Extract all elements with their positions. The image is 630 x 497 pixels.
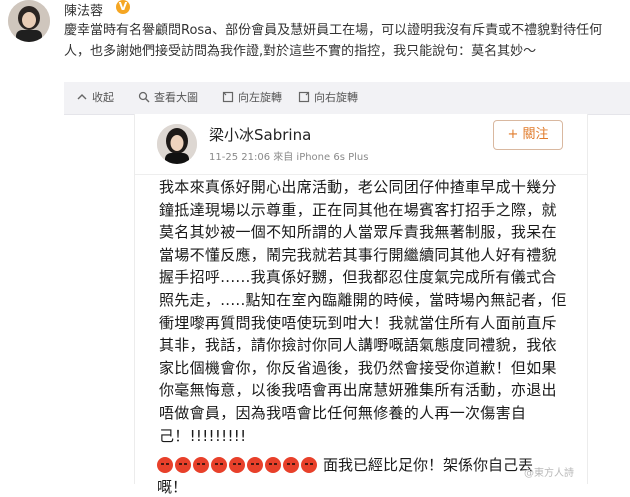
author-name[interactable]: 陳法蓉 bbox=[64, 0, 103, 19]
collapse-button[interactable]: 收起 bbox=[76, 89, 114, 105]
divider bbox=[135, 174, 587, 175]
inner-author-name: 梁小冰Sabrina bbox=[209, 126, 312, 144]
view-large-label: 查看大圖 bbox=[154, 91, 198, 104]
angry-face-icon bbox=[211, 456, 227, 473]
follow-button: + 關注 bbox=[493, 120, 563, 150]
embedded-screenshot: 梁小冰Sabrina 11-25 21:06 來自 iPhone 6s Plus… bbox=[134, 114, 588, 496]
rotate-right-label: 向右旋轉 bbox=[314, 91, 358, 104]
inner-post-meta: 11-25 21:06 來自 iPhone 6s Plus bbox=[209, 152, 369, 163]
post-text: 慶幸當時有名譽顧問Rosa、部份會員及慧妍員工在場，可以證明我沒有斥責或不禮貌對… bbox=[64, 23, 603, 59]
collapse-icon bbox=[76, 91, 88, 103]
angry-face-icon bbox=[283, 456, 299, 473]
inner-post-body: 我本來真係好開心出席活動，老公同团仔仲揸車早成十幾分鐘抵達現場以示尊重，正在同其… bbox=[159, 178, 567, 445]
angry-face-icon bbox=[265, 456, 281, 473]
view-large-button[interactable]: 查看大圖 bbox=[138, 89, 198, 105]
rotate-right-icon bbox=[298, 91, 310, 103]
rotate-left-icon bbox=[222, 91, 234, 103]
angry-face-icon bbox=[157, 456, 173, 473]
rotate-left-button[interactable]: 向左旋轉 bbox=[222, 89, 282, 105]
author-avatar[interactable] bbox=[8, 0, 50, 42]
inner-post-last-line: 嘅！ bbox=[157, 478, 188, 496]
angry-face-icon bbox=[301, 456, 317, 473]
emoji-row: 面我已經比足你！架係你自己丟 bbox=[157, 454, 533, 475]
magnifier-icon bbox=[138, 91, 150, 103]
collapse-label: 收起 bbox=[92, 91, 114, 104]
rotate-right-button[interactable]: 向右旋轉 bbox=[298, 89, 358, 105]
emoji-line-text: 面我已經比足你！架係你自己丟 bbox=[323, 456, 534, 474]
watermark: @東方人詩 bbox=[524, 468, 574, 479]
inner-avatar bbox=[157, 124, 197, 164]
angry-face-icon bbox=[247, 456, 263, 473]
angry-face-icon bbox=[229, 456, 245, 473]
verified-badge-icon: V bbox=[116, 0, 130, 14]
angry-face-icon bbox=[175, 456, 191, 473]
image-toolbar: 收起 查看大圖 向左旋轉 向右旋轉 bbox=[64, 82, 630, 115]
rotate-left-label: 向左旋轉 bbox=[238, 91, 282, 104]
angry-face-icon bbox=[193, 456, 209, 473]
